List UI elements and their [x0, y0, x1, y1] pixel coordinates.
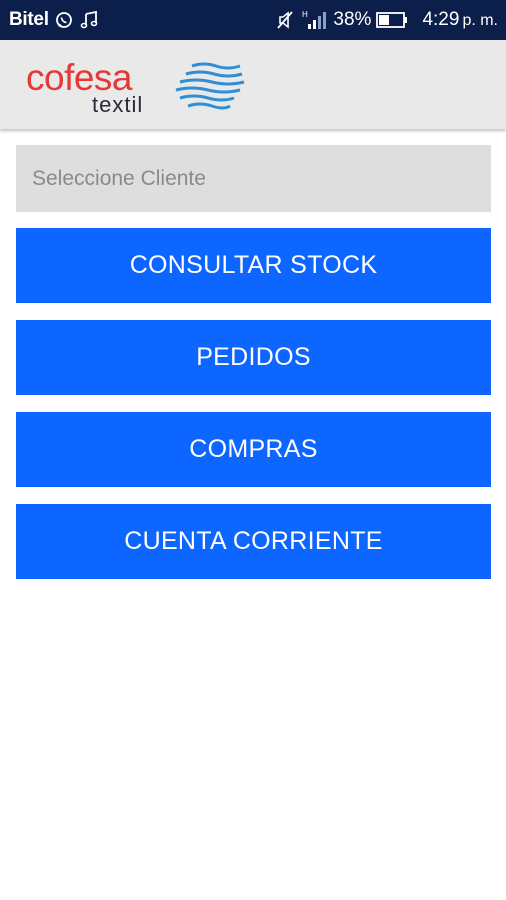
logo-waves-icon [175, 62, 245, 110]
client-select[interactable]: Seleccione Cliente [16, 145, 491, 212]
clock-time: 4:29 [422, 9, 460, 30]
pedidos-button[interactable]: PEDIDOS [16, 320, 491, 395]
client-select-placeholder: Seleccione Cliente [32, 166, 206, 190]
whatsapp-icon [55, 11, 73, 29]
logo-subtitle: textil [92, 92, 144, 117]
mute-icon [275, 10, 295, 30]
consultar-stock-button[interactable]: CONSULTAR STOCK [16, 228, 491, 303]
app-header: cofesa textil [0, 40, 506, 129]
signal-icon: H [301, 9, 327, 31]
compras-button[interactable]: COMPRAS [16, 412, 491, 487]
cuenta-corriente-button[interactable]: CUENTA CORRIENTE [16, 504, 491, 579]
music-note-icon [79, 10, 99, 30]
cofesa-logo: cofesa textil [26, 58, 251, 118]
carrier-name: Bitel [9, 9, 49, 30]
battery-icon [376, 11, 408, 29]
network-type-label: H [302, 10, 308, 19]
clock: 4:29 p. m. [422, 9, 498, 31]
battery-percent: 38% [333, 9, 372, 30]
clock-suffix: p. m. [462, 12, 498, 29]
status-bar: Bitel H 38% 4:29 p. m. [0, 0, 506, 40]
